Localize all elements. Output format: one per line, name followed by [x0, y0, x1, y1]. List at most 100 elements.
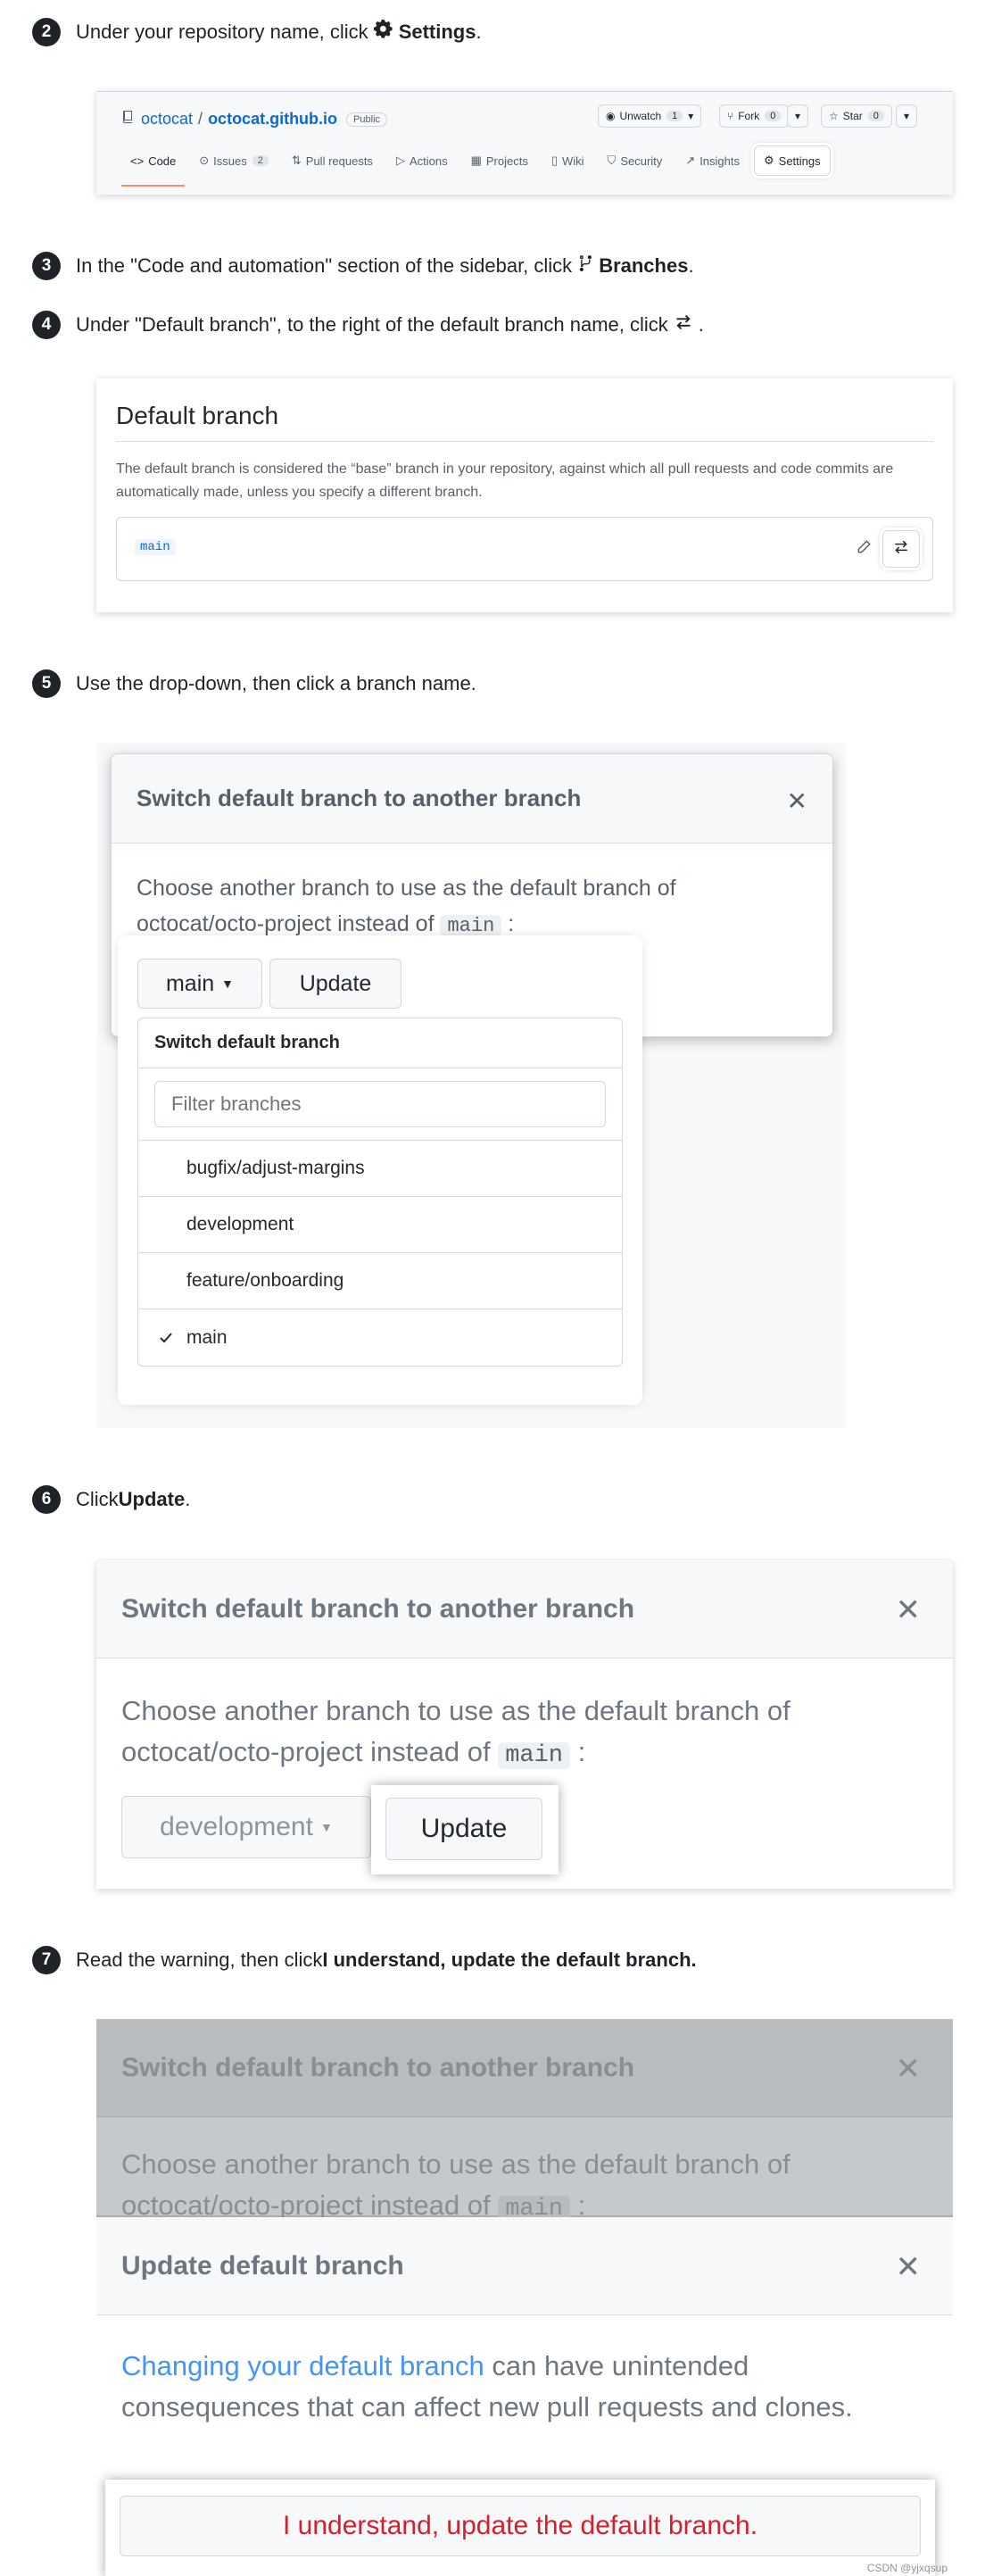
- filter-branches-input[interactable]: [154, 1081, 606, 1127]
- tab-count: 2: [252, 155, 269, 166]
- book-icon: ▯: [550, 154, 558, 167]
- step-bold: Update: [118, 1488, 186, 1510]
- caret-down-icon: ▼: [319, 1820, 333, 1834]
- step-text: In the "Code and automation" section of …: [76, 254, 573, 277]
- branch-option-label: feature/onboarding: [186, 1270, 344, 1291]
- branch-option[interactable]: feature/onboarding: [138, 1253, 622, 1309]
- gear-icon: ⚙: [764, 154, 774, 167]
- tab-settings[interactable]: ⚙ Settings: [754, 145, 831, 176]
- repo-header-screenshot: octocat / octocat.github.io Public ◉ Unw…: [96, 91, 953, 195]
- background-modal: Switch default branch to another branch …: [96, 2019, 953, 2223]
- star-dropdown-button[interactable]: ▾: [896, 104, 918, 128]
- update-button[interactable]: Update: [269, 959, 401, 1009]
- branch-menu: Switch default branch bugfix/adjust-marg…: [137, 1018, 623, 1367]
- step-bold: Branches: [599, 254, 689, 277]
- eye-icon: ◉: [606, 110, 616, 122]
- modal-header: Switch default branch to another branch …: [96, 1560, 953, 1658]
- confirm-highlight: I understand, update the default branch.: [105, 2480, 935, 2576]
- warning-modal: Update default branch ✕ Changing your de…: [96, 2217, 953, 2576]
- modal-body-text: Choose another branch to use as the defa…: [121, 2148, 790, 2221]
- tab-projects[interactable]: ▦ Projects: [462, 145, 537, 176]
- tab-label: Security: [620, 154, 663, 168]
- modal-title: Switch default branch to another branch: [112, 754, 832, 843]
- step-bold: Settings: [398, 21, 476, 43]
- close-icon[interactable]: ✕: [896, 1592, 922, 1628]
- pull-request-icon: ⇅: [291, 154, 302, 167]
- modal-title: Update default branch: [121, 2250, 404, 2281]
- repo-owner-link[interactable]: octocat: [141, 110, 193, 129]
- repo-tabs: <> Code ⊙ Issues 2 ⇅ Pull requests ▷ Act…: [121, 145, 836, 187]
- step-suffix: .: [185, 1488, 191, 1510]
- tab-label: Issues: [213, 154, 247, 168]
- table-icon: ▦: [470, 154, 482, 167]
- step-bold: I understand, update the default branch.: [322, 1949, 697, 1971]
- branch-option-label: bugfix/adjust-margins: [186, 1158, 365, 1178]
- arrow-switch-icon: [892, 539, 910, 560]
- tab-code[interactable]: <> Code: [121, 145, 186, 187]
- fork-button[interactable]: ⑂ Fork 0: [719, 104, 790, 128]
- caret-down-icon: ▼: [221, 976, 235, 991]
- branch-select-label: development: [160, 1812, 313, 1841]
- close-icon[interactable]: ✕: [896, 2249, 922, 2285]
- tab-security[interactable]: ⛉ Security: [599, 145, 672, 176]
- close-icon: ✕: [895, 2052, 922, 2086]
- tab-actions[interactable]: ▷ Actions: [387, 145, 457, 176]
- arrow-switch-icon: [674, 313, 693, 337]
- section-description: The default branch is considered the “ba…: [116, 461, 894, 500]
- step-number: 3: [32, 252, 61, 280]
- repo-name-link[interactable]: octocat.github.io: [208, 110, 337, 129]
- branch-option-label: main: [186, 1326, 228, 1348]
- branch-option[interactable]: bugfix/adjust-margins: [138, 1141, 622, 1197]
- switch-branch-button[interactable]: [882, 530, 920, 568]
- step-number: 4: [32, 311, 61, 339]
- branch-select-button[interactable]: main ▼: [137, 959, 262, 1009]
- step-4: 4 Under "Default branch", to the right o…: [32, 311, 704, 339]
- tab-pull-requests[interactable]: ⇅ Pull requests: [283, 145, 382, 176]
- graph-icon: ↗: [685, 154, 696, 167]
- branch-option-label: development: [186, 1214, 294, 1234]
- star-button[interactable]: ☆ Star 0: [821, 104, 892, 128]
- update-label: Update: [420, 1814, 508, 1843]
- branch-select-label: main: [165, 970, 215, 996]
- tab-label: Projects: [485, 154, 528, 168]
- menu-title: Switch default branch: [138, 1018, 622, 1068]
- confirm-update-button[interactable]: I understand, update the default branch.: [120, 2496, 921, 2556]
- tab-label: Insights: [699, 154, 740, 168]
- modal-header: Switch default branch to another branch …: [96, 2019, 953, 2117]
- tab-label: Wiki: [562, 154, 584, 168]
- watermark: CSDN @yjxqsup: [866, 2562, 948, 2574]
- branch-icon: [577, 253, 593, 278]
- step-text: Use the drop-down, then click a branch n…: [76, 672, 476, 694]
- unwatch-button[interactable]: ◉ Unwatch 1 ▾: [598, 104, 702, 128]
- section-heading: Default branch: [116, 402, 933, 442]
- step-2: 2 Under your repository name, click Sett…: [32, 18, 482, 46]
- tab-label: Code: [148, 154, 177, 168]
- chevron-down-icon: ▾: [904, 110, 910, 122]
- changing-default-branch-link[interactable]: Changing your default branch: [121, 2350, 484, 2381]
- default-branch-box: main: [116, 517, 933, 581]
- tab-wiki[interactable]: ▯ Wiki: [542, 145, 593, 176]
- branch-option[interactable]: development: [138, 1197, 622, 1253]
- tab-issues[interactable]: ⊙ Issues 2: [190, 145, 277, 176]
- shield-icon: ⛉: [607, 154, 617, 167]
- current-branch: main: [440, 915, 502, 937]
- fork-icon: ⑂: [727, 110, 734, 122]
- step-6: 6 Click Update .: [32, 1485, 190, 1514]
- update-button[interactable]: Update: [385, 1798, 542, 1860]
- chevron-down-icon: ▾: [795, 110, 801, 122]
- chevron-down-icon: ▾: [688, 110, 694, 122]
- modal-header: Update default branch ✕: [96, 2217, 953, 2315]
- warning-body: Changing your default branch can have un…: [96, 2315, 953, 2458]
- star-icon: ☆: [829, 110, 839, 122]
- tab-insights[interactable]: ↗ Insights: [676, 145, 749, 176]
- visibility-badge: Public: [346, 112, 388, 127]
- close-icon[interactable]: ✕: [787, 786, 807, 816]
- fork-dropdown-button[interactable]: ▾: [787, 104, 809, 128]
- step-number: 6: [32, 1485, 61, 1514]
- pencil-icon[interactable]: [856, 539, 872, 560]
- update-screenshot: Switch default branch to another branch …: [96, 1560, 953, 1889]
- branch-dropdown-screenshot: Switch default branch to another branch …: [96, 743, 846, 1428]
- warning-screenshot: Switch default branch to another branch …: [96, 2019, 953, 2576]
- branch-option[interactable]: main: [138, 1309, 622, 1366]
- branch-select-button[interactable]: development ▼: [121, 1796, 371, 1858]
